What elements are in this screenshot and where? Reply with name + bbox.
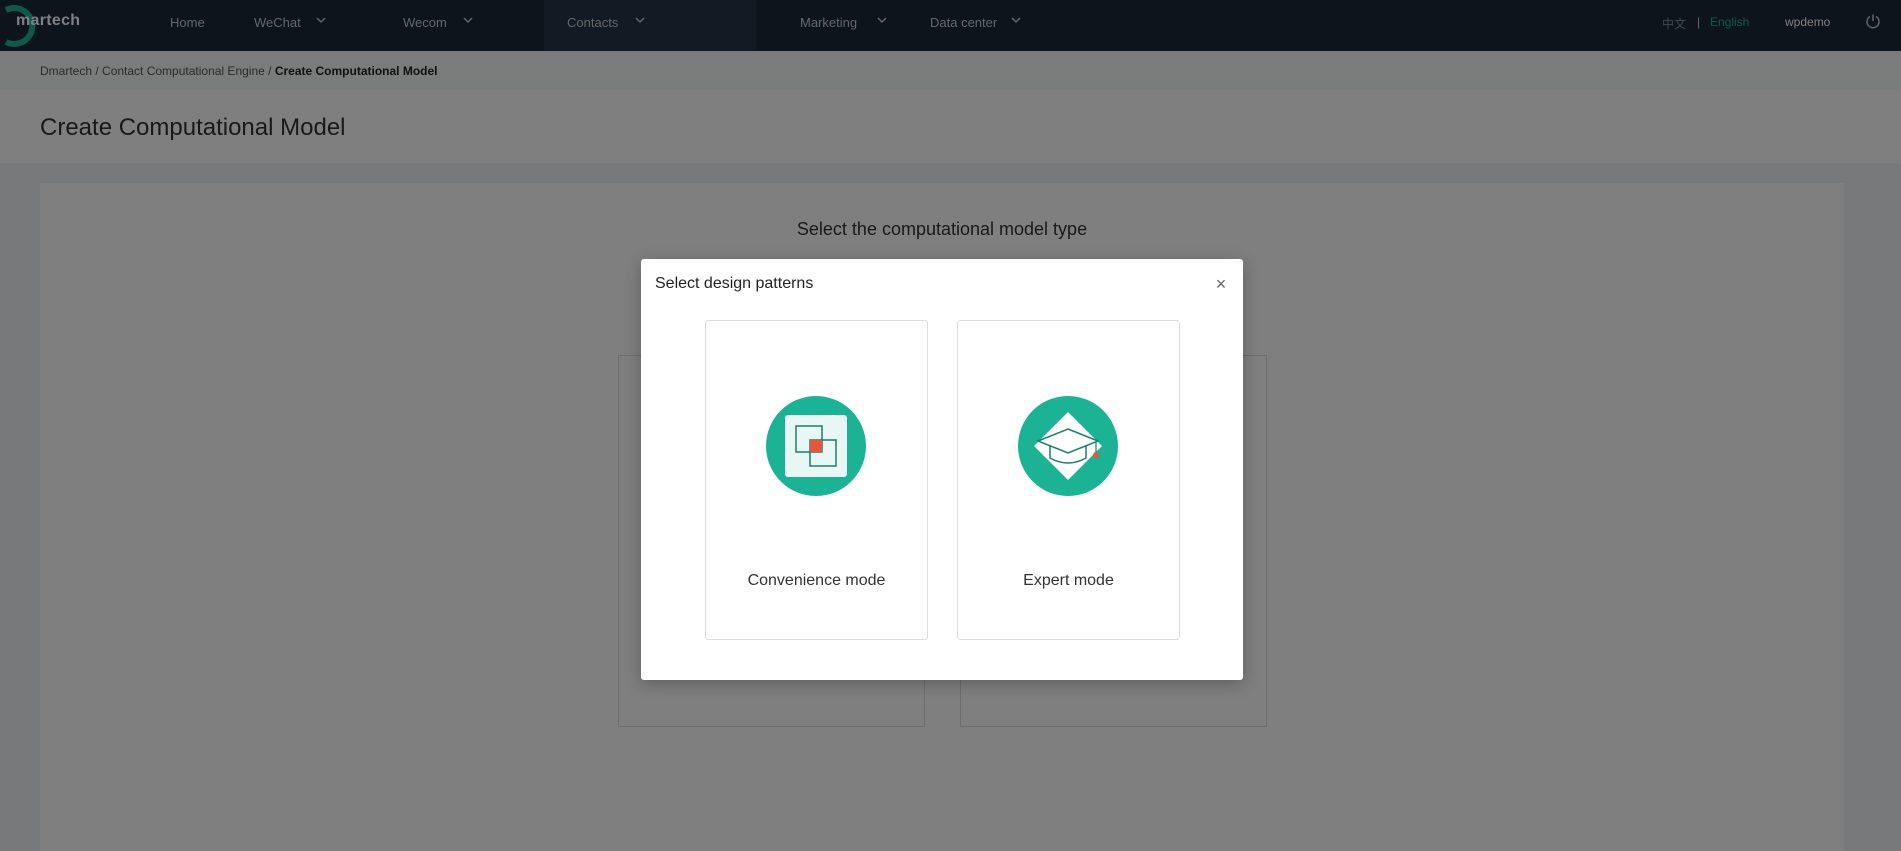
close-button[interactable]: × — [1211, 274, 1231, 294]
overlap-squares-icon — [766, 396, 866, 496]
expert-mode-option[interactable]: Expert mode — [957, 320, 1180, 640]
mode-label: Convenience mode — [747, 572, 886, 589]
dialog-title: Select design patterns — [655, 275, 814, 292]
graduation-cap-icon — [1018, 396, 1118, 496]
design-pattern-dialog: Select design patterns × Convenience mod… — [641, 259, 1243, 680]
mode-label: Expert mode — [1023, 572, 1114, 589]
convenience-mode-option[interactable]: Convenience mode — [705, 320, 928, 640]
